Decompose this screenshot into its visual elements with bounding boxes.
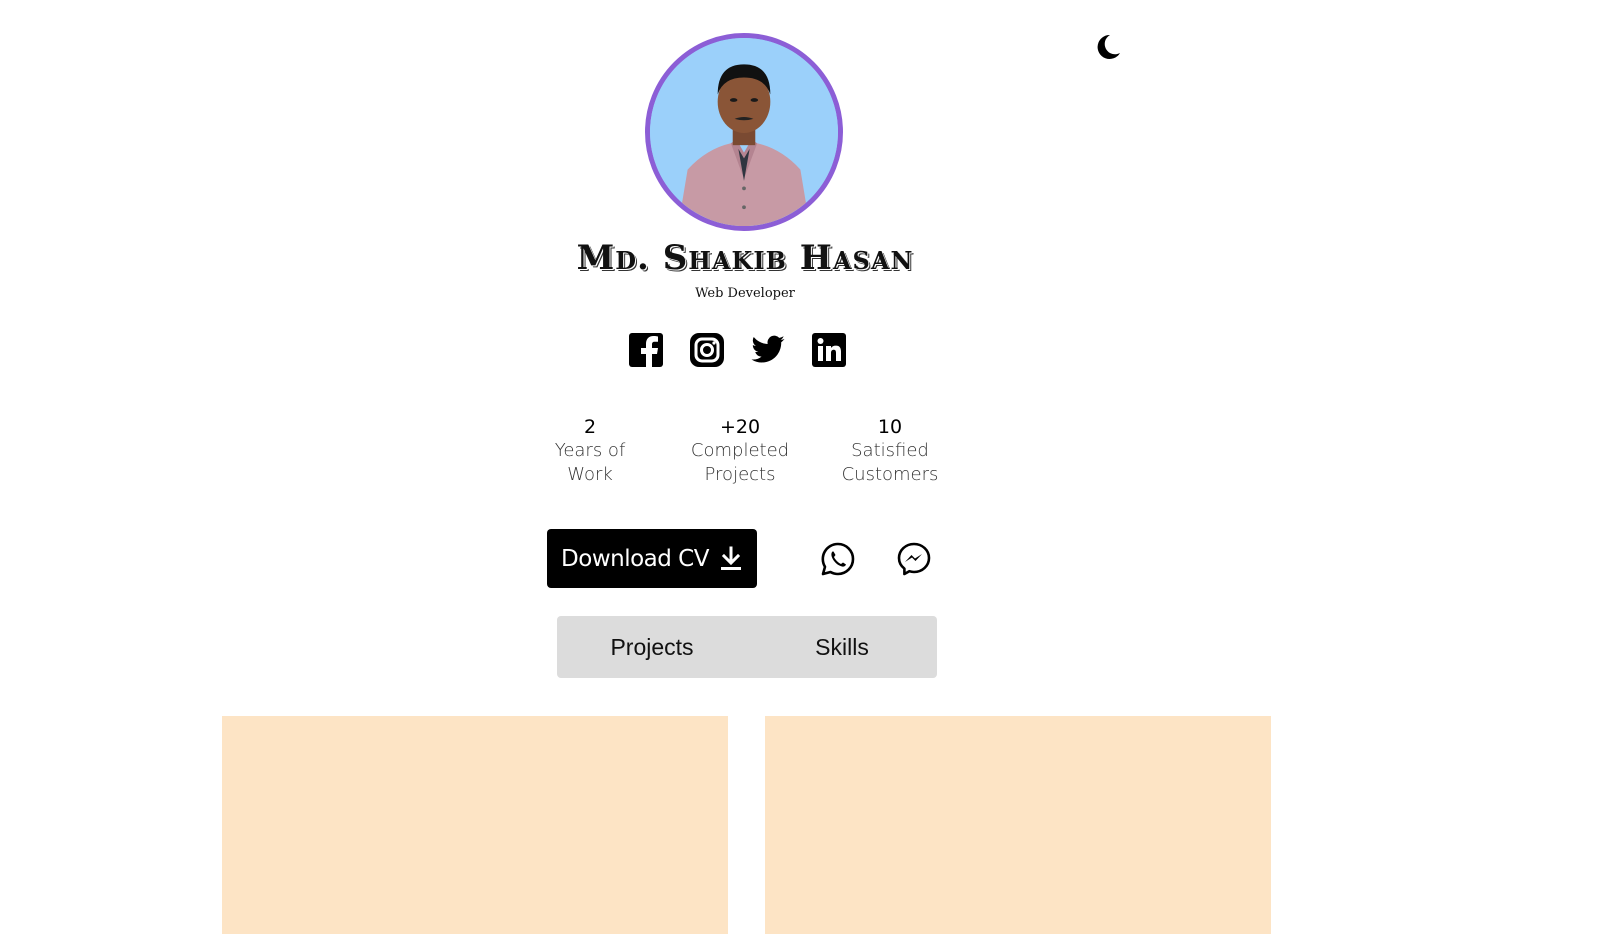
download-icon	[720, 546, 741, 570]
stat-value: 10	[877, 416, 903, 438]
linkedin-icon	[812, 333, 846, 367]
tab-skills[interactable]: Skills	[747, 616, 937, 678]
messenger-button[interactable]	[896, 541, 932, 577]
stats-row: 2 Years of Work +20 Completed Projects 1…	[520, 415, 960, 487]
stat-customers: 10 Satisfied Customers	[820, 415, 960, 487]
instagram-link[interactable]	[689, 332, 725, 368]
project-card[interactable]	[222, 716, 728, 934]
tab-projects[interactable]: Projects	[557, 616, 747, 678]
moon-icon	[1097, 34, 1120, 59]
stat-label-line2: Work	[567, 464, 613, 485]
twitter-icon	[751, 335, 785, 363]
stat-value: 2	[583, 416, 597, 438]
twitter-link[interactable]	[750, 332, 786, 368]
messenger-icon	[897, 542, 931, 576]
project-card[interactable]	[765, 716, 1271, 934]
instagram-icon	[690, 333, 724, 367]
stat-label-line1: Satisfied	[851, 440, 929, 461]
whatsapp-button[interactable]	[820, 541, 856, 577]
avatar	[645, 33, 843, 231]
download-cv-label: Download CV	[561, 545, 709, 572]
profile-photo	[650, 38, 838, 226]
section-tabs: Projects Skills	[557, 616, 937, 678]
facebook-link[interactable]	[628, 332, 664, 368]
whatsapp-icon	[821, 542, 855, 576]
stat-label-line2: Customers	[841, 464, 939, 485]
stat-projects: +20 Completed Projects	[670, 415, 810, 487]
stat-label-line2: Projects	[704, 464, 776, 485]
stat-value: +20	[719, 416, 761, 438]
stat-years: 2 Years of Work	[520, 415, 660, 487]
profile-role: Web Developer	[695, 286, 795, 301]
facebook-icon	[629, 333, 663, 368]
linkedin-link[interactable]	[811, 332, 847, 368]
theme-toggle-button[interactable]	[1093, 32, 1123, 62]
portfolio-page: Md. Shakib Hasan Web Developer 2 Years o…	[0, 0, 1614, 934]
social-links	[628, 332, 847, 368]
download-cv-button[interactable]: Download CV	[547, 529, 757, 588]
profile-name: Md. Shakib Hasan	[576, 238, 914, 278]
stat-label-line1: Years of	[554, 440, 626, 461]
stat-label-line1: Completed	[690, 440, 790, 461]
